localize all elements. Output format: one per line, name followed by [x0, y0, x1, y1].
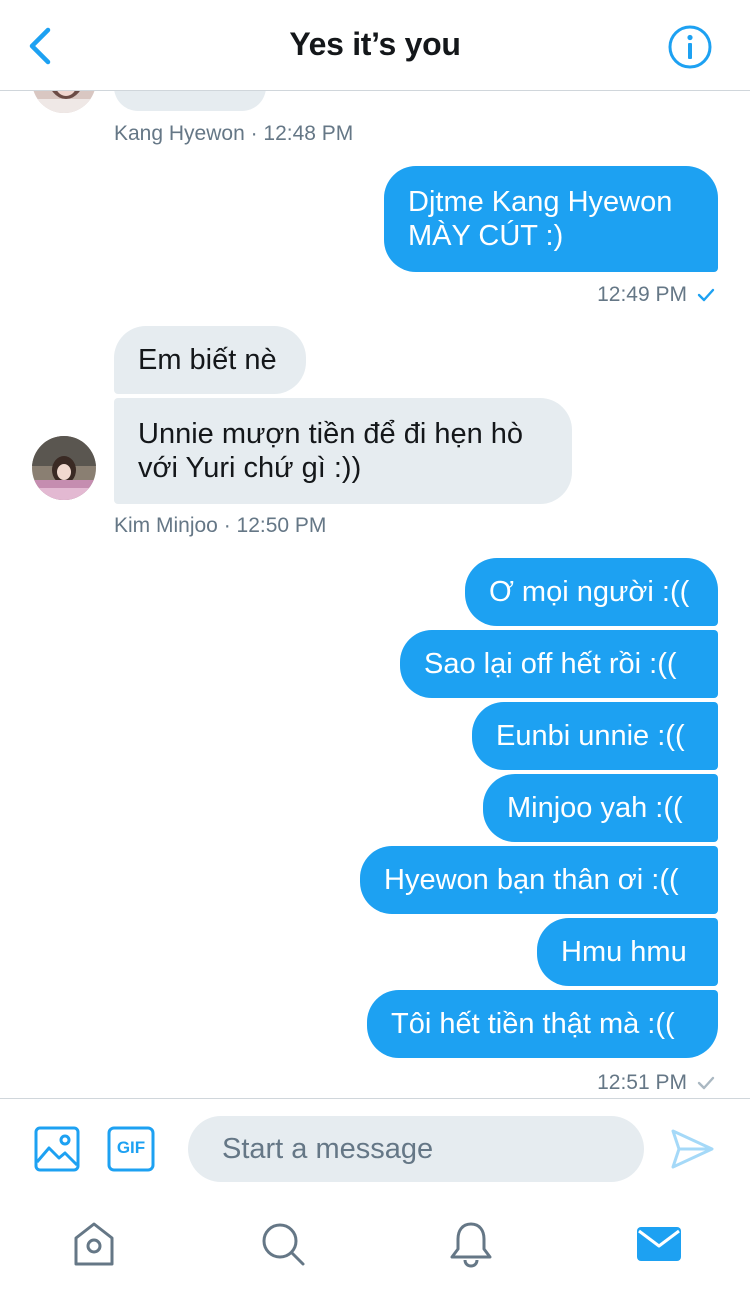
- image-icon: [34, 1126, 80, 1172]
- message-bubble-outgoing[interactable]: Eunbi unnie :((: [472, 702, 718, 770]
- message-text: Hmu hmu: [561, 936, 687, 968]
- bottom-tab-bar: [0, 1200, 750, 1296]
- message-text: Sao lại off hết rồi :((: [424, 648, 677, 680]
- add-gif-button[interactable]: GIF: [107, 1126, 155, 1172]
- send-button[interactable]: [669, 1126, 715, 1172]
- message-bubble-incoming[interactable]: Unnie mượn tiền để đi hẹn hò với Yuri ch…: [114, 398, 572, 504]
- avatar-kim-minjoo[interactable]: [32, 436, 96, 500]
- message-bubble-incoming[interactable]: Em biết nè: [114, 326, 306, 394]
- message-time: 12:51 PM: [597, 1071, 687, 1094]
- message-list[interactable]: … Kang Hyewon · 12:48 PM Djtme Kang Hyew…: [0, 91, 750, 1098]
- message-bubble-outgoing[interactable]: Djtme Kang Hyewon MÀY CÚT :): [384, 166, 718, 272]
- add-photo-button[interactable]: [34, 1126, 80, 1172]
- message-input[interactable]: [188, 1116, 644, 1182]
- bell-icon: [450, 1222, 492, 1268]
- send-icon: [671, 1129, 714, 1169]
- message-bubble-incoming[interactable]: …: [114, 91, 266, 111]
- message-text: Minjoo yah :((: [507, 792, 683, 824]
- sent-check-icon: [697, 288, 715, 302]
- message-composer: GIF: [0, 1098, 750, 1200]
- message-text: Ơ mọi người :((: [489, 576, 690, 608]
- mail-icon: [637, 1227, 681, 1261]
- message-text: Djtme Kang Hyewon MÀY CÚT :): [408, 186, 673, 252]
- message-text: Eunbi unnie :((: [496, 720, 685, 752]
- message-meta-sender-time: Kim Minjoo · 12:50 PM: [114, 514, 327, 537]
- message-text: Hyewon bạn thân ơi :((: [384, 864, 679, 896]
- message-bubble-outgoing[interactable]: Tôi hết tiền thật mà :((: [367, 990, 718, 1058]
- message-time: 12:49 PM: [597, 283, 687, 306]
- message-bubble-outgoing[interactable]: Ơ mọi người :((: [465, 558, 718, 626]
- message-text: Tôi hết tiền thật mà :((: [391, 1008, 675, 1040]
- message-text: Em biết nè: [138, 344, 277, 376]
- conversation-title: Yes it’s you: [289, 26, 461, 62]
- conversation-info-button[interactable]: [667, 24, 713, 70]
- home-icon: [74, 1222, 114, 1266]
- message-text: …: [138, 91, 167, 106]
- message-bubble-outgoing[interactable]: Hmu hmu: [537, 918, 718, 986]
- info-icon: [668, 25, 712, 69]
- conversation-header: Yes it’s you: [0, 0, 750, 91]
- gif-label: GIF: [116, 1138, 146, 1157]
- dm-conversation-screen: Yes it’s you … Kang Hyewon · 12:48 PM: [0, 0, 750, 1296]
- tab-home[interactable]: [70, 1220, 118, 1268]
- message-bubble-outgoing[interactable]: Minjoo yah :((: [483, 774, 718, 842]
- sent-check-icon: [697, 1076, 715, 1090]
- avatar-kang-hyewon[interactable]: [32, 91, 96, 113]
- tab-search[interactable]: [259, 1220, 307, 1268]
- message-bubble-outgoing[interactable]: Hyewon bạn thân ơi :((: [360, 846, 718, 914]
- message-bubble-outgoing[interactable]: Sao lại off hết rồi :((: [400, 630, 718, 698]
- message-meta-sender-time: Kang Hyewon · 12:48 PM: [114, 122, 354, 145]
- tab-messages[interactable]: [635, 1220, 683, 1268]
- message-text: Unnie mượn tiền để đi hẹn hò với Yuri ch…: [138, 418, 524, 484]
- tab-notifications[interactable]: [447, 1220, 495, 1268]
- search-icon: [262, 1223, 305, 1266]
